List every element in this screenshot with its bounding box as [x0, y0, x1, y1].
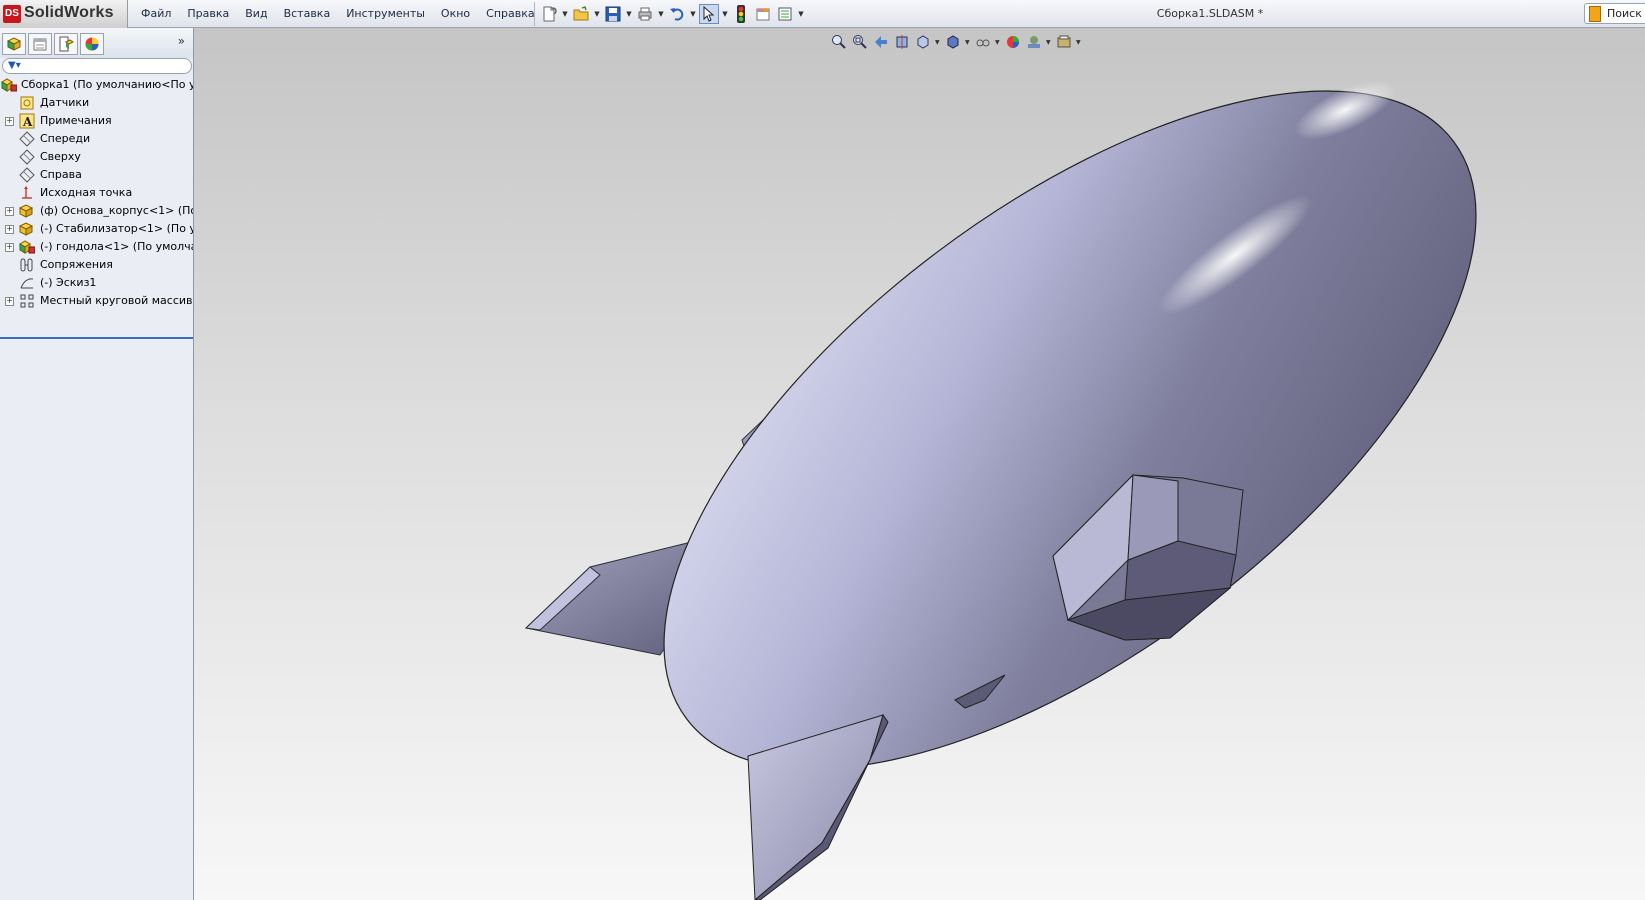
tree-item-label: Сопряжения [40, 258, 113, 271]
filter-icon: ▼▾ [8, 60, 21, 71]
tree-item-sensors[interactable]: Датчики [0, 94, 193, 112]
tree-item-label: Справа [40, 168, 82, 181]
standard-toolbar: ▼ ▼ ▼ ▼ ▼ ▼ ▼ [534, 2, 805, 26]
tree-item-sketch[interactable]: (-) Эскиз1 [0, 274, 193, 292]
menu-bar: Файл Правка Вид Вставка Инструменты Окно… [133, 0, 561, 28]
menu-tools[interactable]: Инструменты [338, 0, 433, 28]
subassembly-icon [19, 239, 36, 255]
tree-item-circular-pattern[interactable]: + Местный круговой массив1 [0, 292, 193, 310]
menu-window[interactable]: Окно [433, 0, 478, 28]
top-bar: DS SolidWorks Файл Правка Вид Вставка Ин… [0, 0, 1645, 28]
brand-name: SolidWorks [24, 4, 114, 21]
menu-insert[interactable]: Вставка [276, 0, 339, 28]
assembly-icon [1, 77, 18, 93]
sketch-icon [19, 275, 35, 291]
plane-icon [19, 131, 35, 147]
panel-tabs: » [0, 28, 193, 58]
tree-item-label: Местный круговой массив1 [40, 294, 193, 307]
tree-item-gondola[interactable]: + (-) гондола<1> (По умолчанию) [0, 238, 193, 256]
select-dropdown-icon[interactable]: ▼ [721, 10, 729, 18]
save-dropdown-icon[interactable]: ▼ [625, 10, 633, 18]
tree-item-plane-top[interactable]: Сверху [0, 148, 193, 166]
open-dropdown-icon[interactable]: ▼ [593, 10, 601, 18]
mates-icon [19, 257, 35, 273]
sensors-icon [19, 95, 35, 111]
part-icon [18, 221, 35, 237]
book-icon [1589, 6, 1601, 22]
plane-icon [19, 167, 35, 183]
tree-item-mates[interactable]: Сопряжения [0, 256, 193, 274]
tree-item-plane-front[interactable]: Спереди [0, 130, 193, 148]
menu-help[interactable]: Справка [478, 0, 542, 28]
tree-item-annotations[interactable]: + A Примечания [0, 112, 193, 130]
graphics-area[interactable]: ▼ ▼ ▼ ▼ ▼ [194, 28, 1645, 900]
undo-dropdown-icon[interactable]: ▼ [689, 10, 697, 18]
tree-item-label: (ф) Основа_корпус<1> (По умолчанию) [40, 204, 193, 217]
tree-item-label: (-) гондола<1> (По умолчанию) [40, 240, 193, 253]
annotations-icon: A [19, 113, 35, 129]
hull-body[interactable] [553, 28, 1587, 896]
feature-manager-panel: » ▼▾ Сборка1 (По умолчанию<По умолчанию>… [0, 28, 194, 900]
expand-icon[interactable]: + [5, 243, 14, 252]
new-icon[interactable] [539, 4, 559, 24]
list-icon[interactable] [775, 4, 795, 24]
tree-item-plane-right[interactable]: Справа [0, 166, 193, 184]
tree-item-label: (-) Стабилизатор<1> (По умолчанию) [40, 222, 193, 235]
part-icon [18, 203, 35, 219]
undo-icon[interactable] [667, 4, 687, 24]
feature-manager-tab[interactable] [2, 33, 26, 55]
tree-root-label: Сборка1 (По умолчанию<По умолчанию>) [21, 78, 193, 91]
tree-item-label: Сверху [40, 150, 81, 163]
pattern-icon [19, 293, 35, 309]
search-box[interactable]: Поиск в [1584, 3, 1645, 24]
new-dropdown-icon[interactable]: ▼ [561, 10, 569, 18]
ds-logo-icon: DS [3, 5, 21, 23]
rebuild-icon[interactable] [731, 4, 751, 24]
search-text: Поиск в [1607, 7, 1645, 20]
tree-item-origin[interactable]: Исходная точка [0, 184, 193, 202]
expand-icon[interactable]: + [5, 207, 14, 216]
tree-item-stabilizer-part[interactable]: + (-) Стабилизатор<1> (По умолчанию) [0, 220, 193, 238]
tree-root-assembly[interactable]: Сборка1 (По умолчанию<По умолчанию>) [0, 76, 193, 94]
tree-item-hull-part[interactable]: + (ф) Основа_корпус<1> (По умолчанию) [0, 202, 193, 220]
select-icon[interactable] [699, 4, 719, 24]
menu-file[interactable]: Файл [133, 0, 179, 28]
tree-item-label: (-) Эскиз1 [40, 276, 97, 289]
configuration-manager-tab[interactable] [54, 33, 78, 55]
airship-3d-model[interactable] [194, 28, 1645, 900]
origin-icon [19, 185, 35, 201]
svg-text:A: A [22, 115, 33, 129]
expand-icon[interactable]: + [5, 117, 14, 126]
tree-item-label: Датчики [40, 96, 90, 109]
tree-item-label: Примечания [40, 114, 112, 127]
save-icon[interactable] [603, 4, 623, 24]
expand-panel-icon[interactable]: » [178, 34, 185, 48]
print-dropdown-icon[interactable]: ▼ [657, 10, 665, 18]
display-manager-tab[interactable] [80, 33, 104, 55]
tree-filter[interactable]: ▼▾ [2, 58, 192, 74]
tree-item-label: Исходная точка [40, 186, 133, 199]
solidworks-logo[interactable]: DS SolidWorks [0, 0, 128, 28]
property-manager-tab[interactable] [28, 33, 52, 55]
plane-icon [19, 149, 35, 165]
rollback-bar[interactable] [0, 337, 193, 339]
feature-tree: Сборка1 (По умолчанию<По умолчанию>) Дат… [0, 76, 193, 310]
open-icon[interactable] [571, 4, 591, 24]
menu-view[interactable]: Вид [237, 0, 275, 28]
tree-item-label: Спереди [40, 132, 91, 145]
options-icon[interactable] [753, 4, 773, 24]
print-icon[interactable] [635, 4, 655, 24]
menu-edit[interactable]: Правка [179, 0, 237, 28]
expand-icon[interactable]: + [5, 225, 14, 234]
document-title: Сборка1.SLDASM * [1156, 7, 1264, 20]
list-dropdown-icon[interactable]: ▼ [797, 10, 805, 18]
expand-icon[interactable]: + [5, 297, 14, 306]
